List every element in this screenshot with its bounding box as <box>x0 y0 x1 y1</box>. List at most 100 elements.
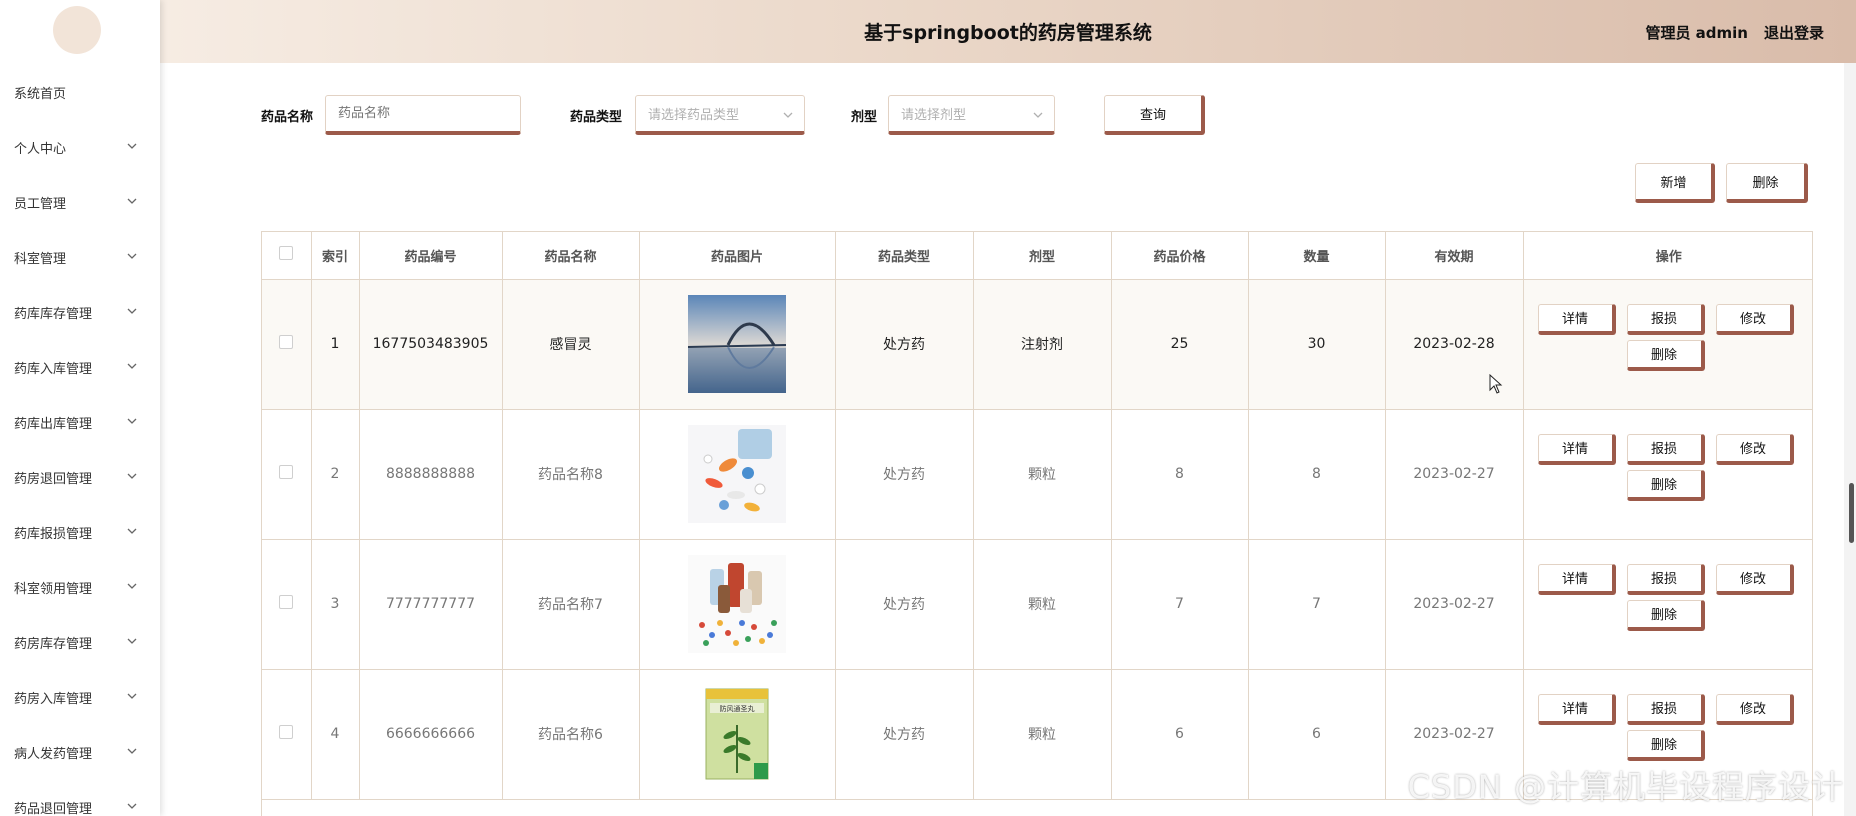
detail-button[interactable]: 详情 <box>1537 693 1616 725</box>
avatar[interactable] <box>53 6 101 54</box>
dosage-form-label: 剂型 <box>851 110 878 125</box>
sidebar-item[interactable]: 药库库存管理 <box>0 292 160 332</box>
sidebar-item[interactable]: 病人发药管理 <box>0 732 160 772</box>
sidebar-item[interactable]: 科室领用管理 <box>0 567 160 607</box>
sidebar-item[interactable]: 系统首页 <box>0 72 160 112</box>
delete-button[interactable]: 删除 <box>1626 339 1705 371</box>
report-loss-button[interactable]: 报损 <box>1626 303 1705 335</box>
mouse-cursor-icon <box>1489 374 1503 394</box>
report-loss-button[interactable]: 报损 <box>1626 433 1705 465</box>
detail-button[interactable]: 详情 <box>1537 563 1616 595</box>
sidebar-item[interactable]: 科室管理 <box>0 237 160 277</box>
row-checkbox[interactable] <box>279 595 294 609</box>
drug-image[interactable] <box>640 555 835 653</box>
top-header: 基于springboot的药房管理系统 管理员 admin 退出登录 <box>160 0 1856 63</box>
chevron-down-icon <box>127 308 137 314</box>
sidebar-item-label: 员工管理 <box>14 196 67 212</box>
sidebar-item-label: 系统首页 <box>14 86 67 102</box>
sidebar-item[interactable]: 药库入库管理 <box>0 347 160 387</box>
cell-form: 颗粒 <box>973 539 1112 670</box>
cell-code: 1677503483905 <box>359 279 503 410</box>
drug-type-select[interactable]: 请选择药品类型 <box>635 95 805 135</box>
sidebar-item-label: 科室领用管理 <box>14 581 93 597</box>
row-select-cell <box>262 279 312 410</box>
sidebar-item[interactable]: 药房退回管理 <box>0 457 160 497</box>
cell-actions: 详情 报损 修改 删除 <box>1523 409 1812 540</box>
cell-image <box>639 279 836 410</box>
cell-name: 药品名称8 <box>502 409 640 540</box>
sidebar-item[interactable]: 个人中心 <box>0 127 160 167</box>
delete-button[interactable]: 删除 <box>1626 599 1705 631</box>
sidebar-item[interactable]: 药品退回管理 <box>0 787 160 816</box>
sidebar-item-label: 药库报损管理 <box>14 526 93 542</box>
sidebar-item-label: 药库出库管理 <box>14 416 93 432</box>
column-header: 药品类型 <box>835 232 974 280</box>
cell-actions: 详情 报损 修改 删除 <box>1523 279 1812 410</box>
report-loss-button[interactable]: 报损 <box>1626 693 1705 725</box>
edit-button[interactable]: 修改 <box>1715 693 1794 725</box>
cell-price: 7 <box>1111 539 1249 670</box>
cell-index: 4 <box>311 669 360 800</box>
cell-name: 药品名称6 <box>502 669 640 800</box>
cell-qty: 30 <box>1248 279 1386 410</box>
sidebar-item[interactable]: 药库报损管理 <box>0 512 160 552</box>
chevron-down-icon <box>1033 112 1043 118</box>
table-header-row: 索引 药品编号 药品名称 药品图片 药品类型 剂型 药品价格 数量 有效期 操作 <box>262 232 1812 280</box>
sidebar-item-label: 药库库存管理 <box>14 306 93 322</box>
row-checkbox[interactable] <box>279 465 294 479</box>
scrollbar-thumb[interactable] <box>1849 483 1854 543</box>
sidebar-item-label: 药房退回管理 <box>14 471 93 487</box>
detail-button[interactable]: 详情 <box>1537 303 1616 335</box>
drug-name-input[interactable] <box>325 95 521 135</box>
cell-qty: 8 <box>1248 409 1386 540</box>
delete-button[interactable]: 删除 <box>1626 729 1705 761</box>
cell-image <box>639 409 836 540</box>
detail-button[interactable]: 详情 <box>1537 433 1616 465</box>
cell-qty: 6 <box>1248 669 1386 800</box>
table-row[interactable]: 1 1677503483905 感冒灵 处方药 注射剂 25 30 2023-02-28 详情报… <box>262 279 1812 410</box>
sidebar-item[interactable]: 药房库存管理 <box>0 622 160 662</box>
sidebar-item[interactable]: 药房入库管理 <box>0 677 160 717</box>
column-header: 药品名称 <box>502 232 640 280</box>
cell-type: 处方药 <box>835 539 974 670</box>
chevron-down-icon <box>783 112 793 118</box>
medicine-box-label: 防风通圣丸 <box>720 704 755 713</box>
sidebar-item[interactable]: 员工管理 <box>0 182 160 222</box>
delete-button[interactable]: 删除 <box>1626 469 1705 501</box>
edit-button[interactable]: 修改 <box>1715 563 1794 595</box>
drug-image[interactable]: 防风通圣丸 <box>640 685 835 783</box>
chevron-down-icon <box>127 748 137 754</box>
edit-button[interactable]: 修改 <box>1715 433 1794 465</box>
batch-delete-button[interactable]: 删除 <box>1726 163 1808 203</box>
row-checkbox[interactable] <box>279 725 294 739</box>
table-row[interactable]: 2 8888888888 药品名称8 处方药 颗粒 8 8 2023-02-27 详情 报损 修改删… <box>262 409 1812 540</box>
table-row[interactable]: 3 7777777777 药品名称7 处方药 颗粒 7 7 2023-02-27 详情 报损 修改删… <box>262 539 1812 670</box>
page-scrollbar[interactable] <box>1844 63 1856 816</box>
select-all-checkbox[interactable] <box>279 246 294 261</box>
column-header: 药品图片 <box>639 232 836 280</box>
current-user: 管理员 admin <box>1645 24 1748 42</box>
cell-price: 25 <box>1111 279 1249 410</box>
report-loss-button[interactable]: 报损 <box>1626 563 1705 595</box>
chevron-down-icon <box>127 253 137 259</box>
edit-button[interactable]: 修改 <box>1715 303 1794 335</box>
query-button[interactable]: 查询 <box>1104 95 1205 135</box>
sidebar-item[interactable]: 药库出库管理 <box>0 402 160 442</box>
row-select-cell <box>262 409 312 540</box>
dosage-form-select[interactable]: 请选择剂型 <box>888 95 1055 135</box>
cell-image: 防风通圣丸 <box>639 669 836 800</box>
cell-type: 处方药 <box>835 279 974 410</box>
drug-image[interactable] <box>640 295 835 393</box>
cell-name: 药品名称7 <box>502 539 640 670</box>
chevron-down-icon <box>127 363 137 369</box>
row-checkbox[interactable] <box>279 335 294 349</box>
dosage-form-placeholder: 请选择剂型 <box>901 108 967 123</box>
add-button[interactable]: 新增 <box>1635 163 1715 203</box>
sidebar-item-label: 药品退回管理 <box>14 801 93 816</box>
logout-link[interactable]: 退出登录 <box>1764 22 1824 43</box>
column-header: 药品价格 <box>1111 232 1249 280</box>
cell-qty: 7 <box>1248 539 1386 670</box>
drug-image[interactable] <box>640 425 835 523</box>
sidebar-item-label: 个人中心 <box>14 141 67 157</box>
cell-form: 颗粒 <box>973 669 1112 800</box>
